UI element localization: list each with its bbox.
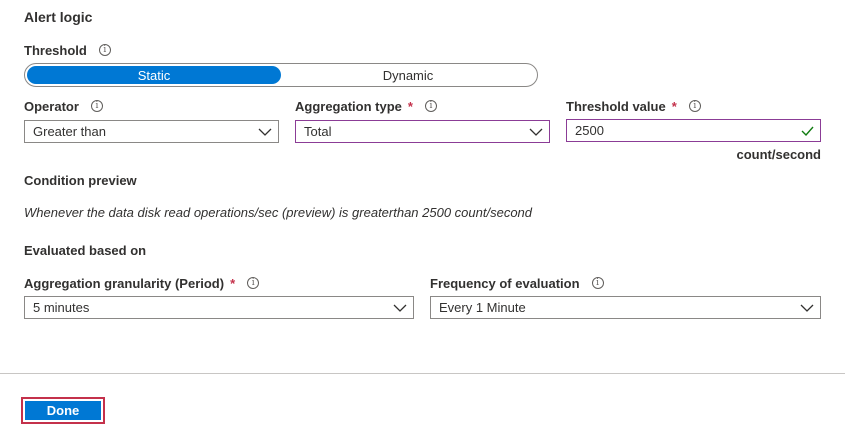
check-icon (800, 124, 814, 138)
chevron-down-icon (258, 125, 272, 139)
info-icon[interactable]: i (688, 100, 701, 112)
threshold-value-label: Threshold value (566, 98, 666, 114)
aggregation-type-dropdown[interactable]: Total (295, 120, 550, 143)
frequency-dropdown[interactable]: Every 1 Minute (430, 296, 821, 319)
evaluated-based-on-title: Evaluated based on (24, 243, 147, 258)
frequency-label-row: Frequency of evaluation i (430, 275, 604, 291)
info-icon[interactable]: i (247, 277, 260, 289)
aggregation-type-label: Aggregation type (295, 98, 402, 114)
required-marker: * (671, 98, 677, 114)
required-marker: * (407, 98, 413, 114)
granularity-label: Aggregation granularity (Period) (24, 275, 225, 291)
aggregation-type-label-row: Aggregation type * i (295, 98, 437, 114)
chevron-down-icon (393, 301, 407, 315)
granularity-value: 5 minutes (33, 300, 90, 315)
chevron-down-icon (800, 301, 814, 315)
info-icon[interactable]: i (90, 100, 103, 112)
footer-divider (0, 373, 845, 374)
info-icon[interactable]: i (98, 44, 111, 56)
info-icon[interactable]: i (424, 100, 437, 112)
done-button-label: Done (25, 401, 101, 420)
threshold-unit: count/second (736, 147, 821, 162)
threshold-value-input[interactable]: 2500 (566, 119, 821, 142)
frequency-label: Frequency of evaluation (430, 275, 580, 291)
threshold-value-label-row: Threshold value * i (566, 98, 701, 114)
threshold-toggle: Static Dynamic (24, 63, 538, 87)
required-marker: * (230, 275, 236, 291)
threshold-label-row: Threshold i (24, 42, 111, 58)
threshold-option-dynamic[interactable]: Dynamic (281, 66, 535, 84)
operator-label: Operator (24, 98, 79, 114)
frequency-value: Every 1 Minute (439, 300, 526, 315)
operator-value: Greater than (33, 124, 106, 139)
granularity-label-row: Aggregation granularity (Period) * i (24, 275, 260, 291)
alert-logic-title: Alert logic (24, 9, 93, 25)
chevron-down-icon (529, 125, 543, 139)
alert-logic-panel: Alert logic Threshold i Static Dynamic O… (0, 0, 845, 438)
info-icon[interactable]: i (591, 277, 604, 289)
threshold-label: Threshold (24, 42, 87, 58)
done-button[interactable]: Done (21, 397, 105, 424)
condition-preview-text: Whenever the data disk read operations/s… (24, 205, 533, 220)
granularity-dropdown[interactable]: 5 minutes (24, 296, 414, 319)
threshold-value-text: 2500 (575, 123, 604, 138)
operator-dropdown[interactable]: Greater than (24, 120, 279, 143)
operator-label-row: Operator i (24, 98, 103, 114)
threshold-option-static[interactable]: Static (27, 66, 281, 84)
condition-preview-title: Condition preview (24, 173, 137, 188)
aggregation-type-value: Total (304, 124, 332, 139)
